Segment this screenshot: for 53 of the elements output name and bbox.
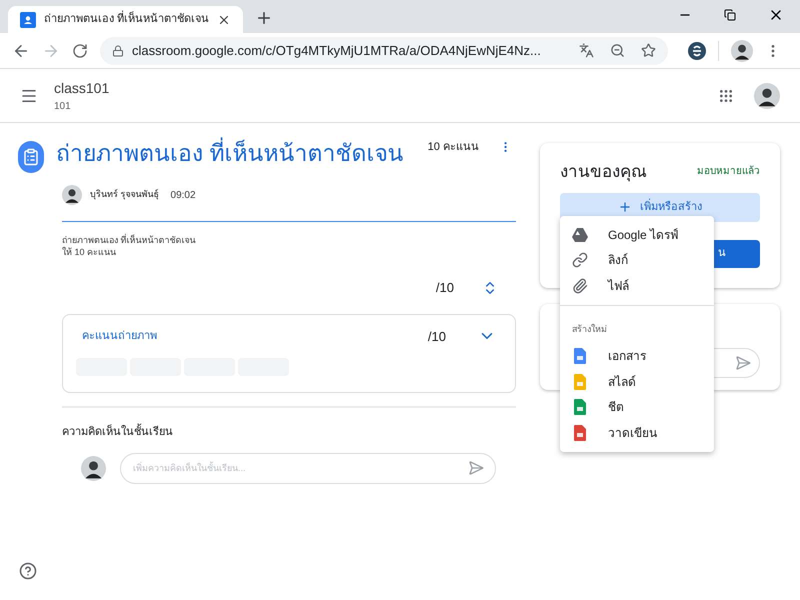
document-icon xyxy=(574,348,586,364)
user-avatar xyxy=(754,82,780,108)
translate-icon[interactable] xyxy=(579,43,594,58)
drive-icon xyxy=(572,228,588,242)
description-line: ให้ 10 คะแนน xyxy=(62,246,118,258)
new-tab-icon[interactable] xyxy=(255,9,273,27)
rubric-total: /10 xyxy=(428,328,446,346)
class-name[interactable]: class101 xyxy=(54,78,110,98)
author-name: บุรินทร์ รุจจนพันธุ์ xyxy=(90,188,159,202)
rubric-title: คะแนนถ่ายภาพ xyxy=(82,329,158,344)
paperclip-icon xyxy=(572,278,588,294)
browser-tab[interactable]: ถ่ายภาพตนเอง ที่เห็นหน้าตาชัดเจน xyxy=(8,6,243,33)
tab-title: ถ่ายภาพตนเอง ที่เห็นหน้าตาชัดเจน xyxy=(44,11,210,28)
menu-item[interactable]: สไลด์ xyxy=(608,372,636,391)
spreadsheet-icon xyxy=(574,399,586,416)
help-icon[interactable] xyxy=(19,562,37,580)
post-time: 09:02 xyxy=(170,188,196,202)
apps-icon[interactable] xyxy=(718,88,734,104)
send-icon[interactable] xyxy=(468,460,484,476)
menu-item[interactable]: เอกสาร xyxy=(608,347,646,366)
author-avatar xyxy=(62,185,82,205)
comment-field[interactable]: เพิ่มความคิดเห็นในชั้นเรียน... xyxy=(120,452,496,484)
plus-icon xyxy=(618,200,632,214)
card-title: งานของคุณ xyxy=(560,161,648,184)
profile-avatar xyxy=(731,40,753,62)
menu-item[interactable]: ลิงก์ xyxy=(608,251,628,270)
section-title: ความคิดเห็นในชั้นเรียน xyxy=(62,424,516,440)
lock-icon xyxy=(112,44,124,56)
grade-total: /10 xyxy=(436,279,454,297)
assignment-title: ถ่ายภาพตนเอง ที่เห็นหน้าตาชัดเจน xyxy=(56,136,404,170)
points: 10 คะแนน xyxy=(428,140,479,155)
drawing-icon xyxy=(574,424,586,441)
user-avatar xyxy=(81,456,106,480)
menu-item[interactable]: ชีต xyxy=(608,398,624,416)
address-bar[interactable]: classroom.google.com/c/OTg4MTkyMjU1MTRa/a/ODA4NjEwNjE4Nz... xyxy=(100,36,668,64)
send-icon[interactable] xyxy=(735,354,751,370)
restore-icon[interactable] xyxy=(724,9,736,21)
extension-icon[interactable] xyxy=(688,42,706,60)
url-text: classroom.google.com/c/OTg4MTkyMjU1MTRa/a/ODA4NjEwNjE4Nz... xyxy=(132,42,542,60)
assignment-icon xyxy=(18,141,44,173)
slides-icon xyxy=(574,374,586,390)
link-icon xyxy=(572,252,588,268)
menu-item[interactable]: วาดเขียน xyxy=(608,424,657,442)
menu-item[interactable]: ไฟล์ xyxy=(608,276,629,295)
class-section: 101 xyxy=(54,98,110,114)
reload-icon[interactable] xyxy=(72,42,88,58)
menu-item[interactable]: Google ไดรฟ์ xyxy=(608,226,678,244)
classroom-icon xyxy=(20,12,36,28)
zoom-out-icon[interactable] xyxy=(610,43,625,58)
description-line: ถ่ายภาพตนเอง ที่เห็นหน้าตาชัดเจน xyxy=(62,234,197,246)
star-icon[interactable] xyxy=(641,43,656,58)
menu-heading: สร้างใหม่ xyxy=(572,324,607,334)
status-text: มอบหมายแล้ว xyxy=(697,164,760,180)
